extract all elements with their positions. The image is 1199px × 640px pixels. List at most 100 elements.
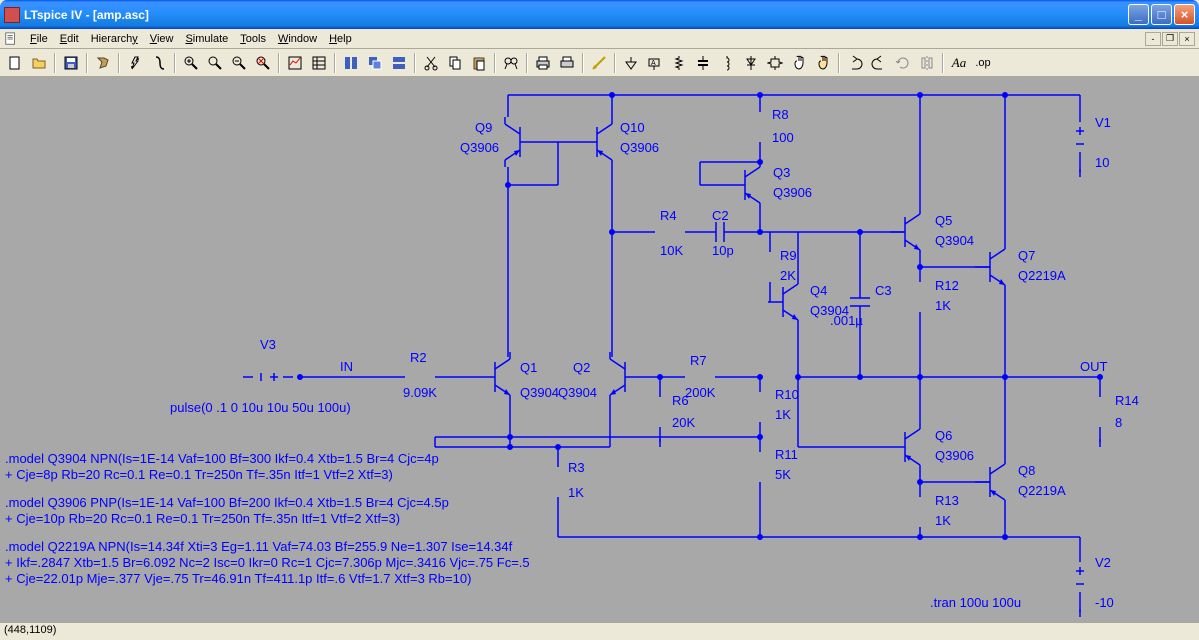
minimize-button[interactable]: _: [1128, 4, 1149, 25]
svg-text:.model Q3906 PNP(Is=1E-14 Vaf=: .model Q3906 PNP(Is=1E-14 Vaf=100 Bf=200…: [5, 495, 449, 510]
svg-text:8: 8: [1115, 415, 1122, 430]
undo-button[interactable]: [844, 52, 866, 74]
svg-text:C2: C2: [712, 208, 729, 223]
schematic-canvas[interactable]: V110 Q9Q3906 Q10Q3906 Q1Q3904 Q2Q3904 R3…: [0, 77, 1199, 623]
svg-text:R10: R10: [775, 387, 799, 402]
zoom-out-button[interactable]: [228, 52, 250, 74]
open-button[interactable]: [28, 52, 50, 74]
svg-text:Q6: Q6: [935, 428, 952, 443]
svg-text:Q3904: Q3904: [935, 233, 974, 248]
setup-button[interactable]: [308, 52, 330, 74]
new-schematic-button[interactable]: [4, 52, 26, 74]
svg-text:A: A: [651, 60, 656, 67]
svg-text:Q3: Q3: [773, 165, 790, 180]
autorange-button[interactable]: [284, 52, 306, 74]
rotate-button[interactable]: [892, 52, 914, 74]
find-button[interactable]: [500, 52, 522, 74]
svg-text:Q4: Q4: [810, 283, 827, 298]
redo-button[interactable]: [868, 52, 890, 74]
svg-text:+ Cje=10p Rb=20 Rc=0.1 Re=0.1: + Cje=10p Rb=20 Rc=0.1 Re=0.1 Tr=250n Tf…: [5, 511, 400, 526]
component-button[interactable]: [764, 52, 786, 74]
menu-file[interactable]: File: [24, 31, 54, 47]
label-net-button[interactable]: A: [644, 52, 666, 74]
svg-text:R7: R7: [690, 353, 707, 368]
svg-text:R9: R9: [780, 248, 797, 263]
menu-view[interactable]: View: [144, 31, 180, 47]
zoom-fit-button[interactable]: [252, 52, 274, 74]
svg-text:pulse(0 .1 0 10u 10u 50u 100u): pulse(0 .1 0 10u 10u 50u 100u): [170, 400, 351, 415]
zoom-in-button[interactable]: [180, 52, 202, 74]
svg-text:+ Cje=8p Rb=20 Rc=0.1 Re=0.1 T: + Cje=8p Rb=20 Rc=0.1 Re=0.1 Tr=250n Tf=…: [5, 467, 393, 482]
menu-tools[interactable]: Tools: [234, 31, 272, 47]
resistor-button[interactable]: [668, 52, 690, 74]
svg-text:10K: 10K: [660, 243, 683, 258]
pan-button[interactable]: [204, 52, 226, 74]
status-bar: (448,1109): [0, 623, 1199, 640]
save-button[interactable]: [60, 52, 82, 74]
copy-button[interactable]: [444, 52, 466, 74]
cut-button[interactable]: [420, 52, 442, 74]
svg-text:Q3904: Q3904: [520, 385, 559, 400]
ground-button[interactable]: [620, 52, 642, 74]
svg-text:.model Q3904 NPN(Is=1E-14 Vaf=: .model Q3904 NPN(Is=1E-14 Vaf=100 Bf=300…: [5, 451, 439, 466]
run-button[interactable]: [124, 52, 146, 74]
svg-text:Q5: Q5: [935, 213, 952, 228]
inductor-button[interactable]: [716, 52, 738, 74]
svg-text:.model Q2219A NPN(Is=14.34f Xt: .model Q2219A NPN(Is=14.34f Xti=3 Eg=1.1…: [5, 539, 513, 554]
svg-text:V3: V3: [260, 337, 276, 352]
print-setup-button[interactable]: [556, 52, 578, 74]
tile-button[interactable]: [340, 52, 362, 74]
move-button[interactable]: [788, 52, 810, 74]
cascade-button[interactable]: [364, 52, 386, 74]
title-bar: LTspice IV - [amp.asc] _ □ ×: [0, 0, 1199, 29]
halt-button[interactable]: [148, 52, 170, 74]
control-panel-button[interactable]: [92, 52, 114, 74]
capacitor-button[interactable]: [692, 52, 714, 74]
mdi-minimize[interactable]: -: [1145, 32, 1161, 46]
svg-text:Q3906: Q3906: [620, 140, 659, 155]
drag-button[interactable]: [812, 52, 834, 74]
svg-text:1K: 1K: [935, 513, 951, 528]
svg-text:V1: V1: [1095, 115, 1111, 130]
svg-text:10: 10: [1095, 155, 1109, 170]
maximize-button[interactable]: □: [1151, 4, 1172, 25]
svg-text:R11: R11: [775, 447, 798, 462]
svg-text:R8: R8: [772, 107, 789, 122]
diode-button[interactable]: [740, 52, 762, 74]
svg-text:9.09K: 9.09K: [403, 385, 437, 400]
svg-text:OUT: OUT: [1080, 359, 1108, 374]
menu-edit[interactable]: Edit: [54, 31, 85, 47]
menu-bar: File Edit Hierarchy View Simulate Tools …: [0, 29, 1199, 49]
svg-text:R6: R6: [672, 393, 689, 408]
toolbar: A Aa .op: [0, 49, 1199, 77]
svg-text:Q2219A: Q2219A: [1018, 268, 1066, 283]
menu-help[interactable]: Help: [323, 31, 358, 47]
window-title: LTspice IV - [amp.asc]: [24, 8, 1128, 22]
close-button[interactable]: ×: [1174, 4, 1195, 25]
draw-wire-button[interactable]: [588, 52, 610, 74]
app-icon: [4, 7, 20, 23]
spice-directive-button[interactable]: .op: [972, 52, 994, 74]
menu-simulate[interactable]: Simulate: [179, 31, 234, 47]
svg-text:5K: 5K: [775, 467, 791, 482]
close-all-button[interactable]: [388, 52, 410, 74]
text-button[interactable]: Aa: [948, 52, 970, 74]
menu-hierarchy[interactable]: Hierarchy: [85, 31, 144, 47]
mirror-button[interactable]: [916, 52, 938, 74]
menu-window[interactable]: Window: [272, 31, 323, 47]
print-button[interactable]: [532, 52, 554, 74]
svg-text:100: 100: [772, 130, 794, 145]
cursor-coords: (448,1109): [4, 624, 56, 636]
svg-text:R12: R12: [935, 278, 959, 293]
svg-text:R3: R3: [568, 460, 585, 475]
svg-text:R14: R14: [1115, 393, 1139, 408]
svg-text:Q2: Q2: [573, 360, 590, 375]
mdi-restore[interactable]: ❐: [1162, 32, 1178, 46]
svg-text:R4: R4: [660, 208, 677, 223]
mdi-close[interactable]: ×: [1179, 32, 1195, 46]
svg-text:Q2219A: Q2219A: [1018, 483, 1066, 498]
svg-text:2K: 2K: [780, 268, 796, 283]
svg-text:10p: 10p: [712, 243, 734, 258]
paste-button[interactable]: [468, 52, 490, 74]
doc-icon: [4, 32, 18, 46]
